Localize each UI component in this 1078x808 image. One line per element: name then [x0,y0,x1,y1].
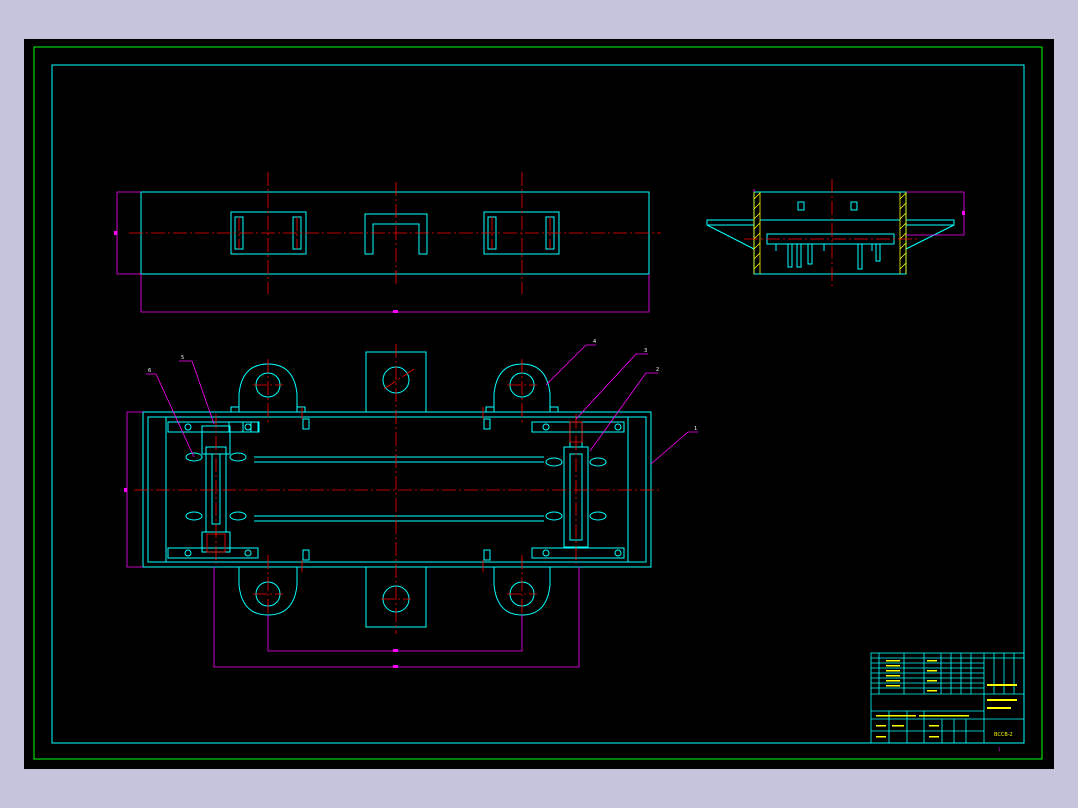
callout-1: 1 [694,426,697,432]
plan-view-dimensions [124,411,580,668]
callout-2: 2 [656,367,659,373]
callout-4: 4 [593,339,596,345]
callout-6: 6 [148,368,151,374]
top-view-dimensions [114,191,650,313]
plan-view [142,351,652,628]
top-view-centerlines [129,172,661,294]
plan-view-red-parts [206,407,583,572]
side-view-dimensions [753,189,965,236]
cad-drawing-canvas[interactable]: 6 5 4 3 2 1 BCCB-2 1 [24,39,1054,769]
side-view-hatch [753,192,907,274]
outer-frame [33,46,1043,760]
page-mark: 1 [998,747,1001,752]
callout-3: 3 [644,348,647,354]
title-block-text-marks [876,660,1017,738]
callout-5: 5 [181,355,184,361]
inner-frame [51,64,1025,744]
side-view [706,191,955,275]
part-leaders [146,344,698,465]
side-view-centerlines [744,179,919,287]
cad-drawing: 6 5 4 3 2 1 BCCB-2 1 [33,46,1043,760]
part-callout-labels: 6 5 4 3 2 1 [148,339,697,432]
drawing-number: BCCB-2 [994,732,1013,738]
